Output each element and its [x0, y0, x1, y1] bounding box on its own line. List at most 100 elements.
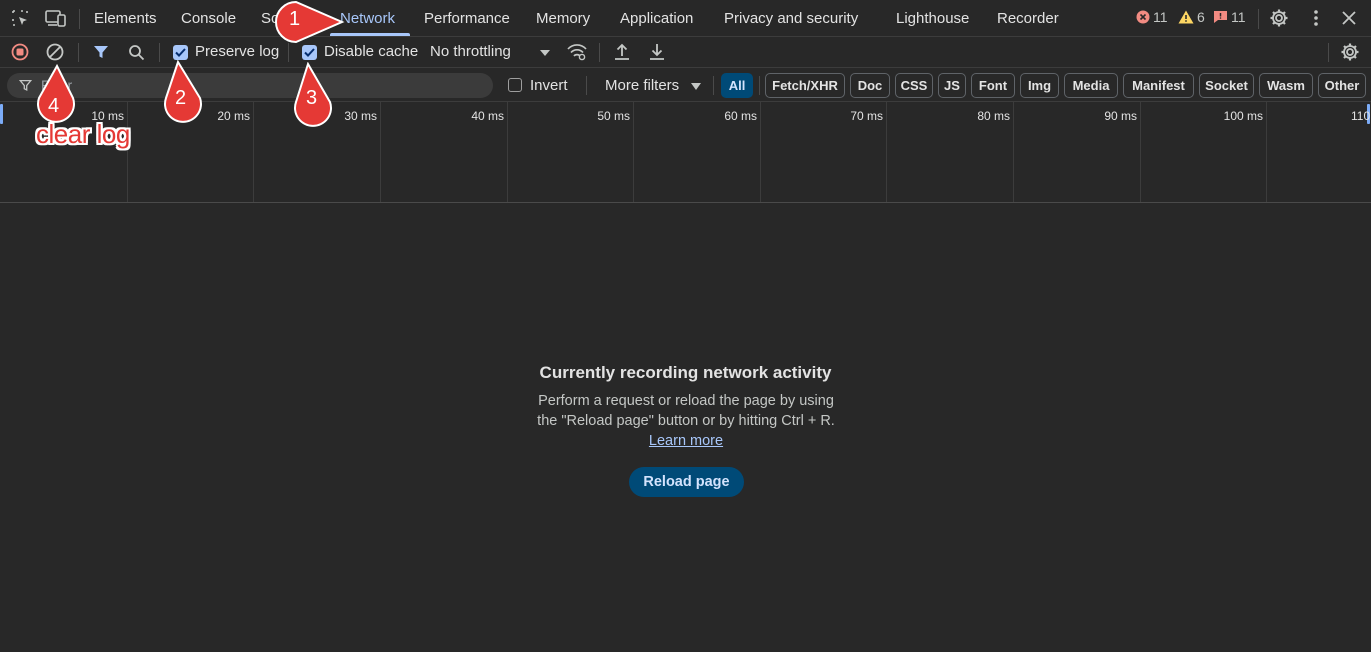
- network-conditions-wifi-icon[interactable]: [565, 41, 589, 63]
- clear-log-icon[interactable]: [45, 42, 65, 62]
- import-har-upload-icon[interactable]: [612, 41, 632, 63]
- invert-checkbox[interactable]: [508, 78, 522, 92]
- callout-number-1: 1: [289, 8, 301, 30]
- checkmark-icon: [175, 48, 186, 57]
- filter-funnel-icon: [19, 79, 32, 92]
- filter-separator: [759, 76, 760, 95]
- throttling-value: No throttling: [430, 43, 511, 60]
- timeline-tick-label: 80 ms: [977, 109, 1010, 123]
- toolbar-separator: [1328, 43, 1329, 62]
- tab-separator: [1258, 9, 1259, 29]
- callout-number-2: 2: [175, 87, 187, 109]
- search-icon[interactable]: [126, 42, 146, 62]
- dropdown-arrow-icon: [691, 83, 701, 90]
- toolbar-separator: [288, 43, 289, 62]
- timeline-tick-label: 90 ms: [1104, 109, 1137, 123]
- callout-marker-1: [275, 0, 345, 44]
- empty-state-message: Perform a request or reload the page by …: [537, 393, 835, 429]
- filter-chip-js[interactable]: JS: [938, 73, 966, 98]
- timeline-gridline: [760, 102, 761, 202]
- stop-recording-icon[interactable]: [10, 42, 30, 62]
- filter-chip-font[interactable]: Font: [971, 73, 1015, 98]
- empty-state-title: Currently recording network activity: [539, 363, 832, 382]
- devtools-tab-bar: Elements Console So Network Performance …: [0, 0, 1371, 37]
- toolbar-separator: [78, 43, 79, 62]
- issues-count: 11: [1231, 9, 1246, 25]
- timeline-gridline: [507, 102, 508, 202]
- timeline-gridline: [633, 102, 634, 202]
- timeline-tick-label: 100 ms: [1223, 109, 1263, 123]
- warning-count: 6: [1197, 9, 1205, 25]
- timeline-gridline: [886, 102, 887, 202]
- filter-separator: [713, 76, 714, 95]
- timeline-gridline: [380, 102, 381, 202]
- filter-chip-img[interactable]: Img: [1020, 73, 1059, 98]
- tab-performance[interactable]: Performance: [424, 10, 510, 27]
- filter-input[interactable]: Filter: [7, 73, 493, 98]
- timeline-gridline: [1140, 102, 1141, 202]
- export-har-download-icon[interactable]: [647, 41, 667, 63]
- tab-lighthouse[interactable]: Lighthouse: [896, 10, 969, 27]
- issues-icon: [1214, 11, 1227, 23]
- learn-more-link[interactable]: Learn more: [649, 433, 723, 449]
- filter-chip-css[interactable]: CSS: [895, 73, 933, 98]
- disable-cache-label[interactable]: Disable cache: [324, 43, 418, 60]
- tab-application[interactable]: Application: [620, 10, 693, 27]
- throttling-select[interactable]: No throttling: [424, 40, 556, 65]
- inspect-element-icon[interactable]: [10, 8, 30, 28]
- filter-separator: [586, 76, 587, 95]
- error-icon: [1136, 10, 1150, 24]
- filter-chip-all[interactable]: All: [721, 73, 753, 98]
- timeline-tick-label: 50 ms: [597, 109, 630, 123]
- timeline-gridline: [1266, 102, 1267, 202]
- timeline-tick-label: 60 ms: [724, 109, 757, 123]
- tab-recorder[interactable]: Recorder: [997, 10, 1059, 27]
- device-toolbar-icon[interactable]: [44, 8, 68, 28]
- tab-separator: [79, 9, 80, 29]
- filter-funnel-icon[interactable]: [91, 42, 111, 62]
- timeline-gridline: [1013, 102, 1014, 202]
- warning-count-badge[interactable]: 6: [1178, 9, 1205, 25]
- error-count: 11: [1153, 9, 1168, 25]
- filter-chip-fetch-xhr[interactable]: Fetch/XHR: [765, 73, 845, 98]
- filter-chip-manifest[interactable]: Manifest: [1123, 73, 1194, 98]
- network-request-list-empty: Currently recording network activity Per…: [0, 203, 1371, 652]
- timeline-gridline: [253, 102, 254, 202]
- filter-chip-media[interactable]: Media: [1064, 73, 1118, 98]
- more-options-icon[interactable]: [1306, 7, 1326, 29]
- tab-memory[interactable]: Memory: [536, 10, 590, 27]
- disable-cache-checkbox[interactable]: [302, 45, 317, 60]
- timeline-tick-label: 110: [1351, 109, 1371, 123]
- timeline-gridline: [127, 102, 128, 202]
- issues-count-badge[interactable]: 11: [1213, 9, 1246, 25]
- preserve-log-label[interactable]: Preserve log: [195, 43, 279, 60]
- tab-network[interactable]: Network: [340, 10, 395, 27]
- callout-number-4: 4: [48, 95, 60, 117]
- callout-number-3: 3: [306, 87, 318, 109]
- more-filters-label: More filters: [605, 77, 680, 94]
- network-settings-gear-icon[interactable]: [1339, 41, 1361, 63]
- tab-elements[interactable]: Elements: [94, 10, 157, 27]
- timeline-tick-label: 40 ms: [471, 109, 504, 123]
- timeline-tick-label: 70 ms: [850, 109, 883, 123]
- filter-chip-doc[interactable]: Doc: [850, 73, 890, 98]
- preserve-log-checkbox[interactable]: [173, 45, 188, 60]
- toolbar-separator: [599, 43, 600, 62]
- checkmark-icon: [304, 48, 315, 57]
- filter-chip-wasm[interactable]: Wasm: [1259, 73, 1313, 98]
- filter-chip-other[interactable]: Other: [1318, 73, 1366, 98]
- tab-console[interactable]: Console: [181, 10, 236, 27]
- error-count-badge[interactable]: 11: [1136, 9, 1168, 25]
- reload-page-button[interactable]: Reload page: [629, 467, 744, 497]
- more-filters-dropdown[interactable]: More filters: [600, 73, 706, 98]
- warning-icon: [1178, 10, 1194, 24]
- filter-chip-socket[interactable]: Socket: [1199, 73, 1254, 98]
- clear-log-annotation: clear log: [36, 119, 130, 149]
- empty-state-text: Perform a request or reload the page by …: [528, 391, 844, 451]
- close-devtools-icon[interactable]: [1338, 7, 1360, 29]
- tab-privacy-and-security[interactable]: Privacy and security: [724, 10, 858, 27]
- invert-label[interactable]: Invert: [530, 77, 568, 94]
- dropdown-arrow-icon: [540, 50, 550, 56]
- settings-gear-icon[interactable]: [1268, 7, 1290, 29]
- timeline-left-handle[interactable]: [0, 104, 3, 124]
